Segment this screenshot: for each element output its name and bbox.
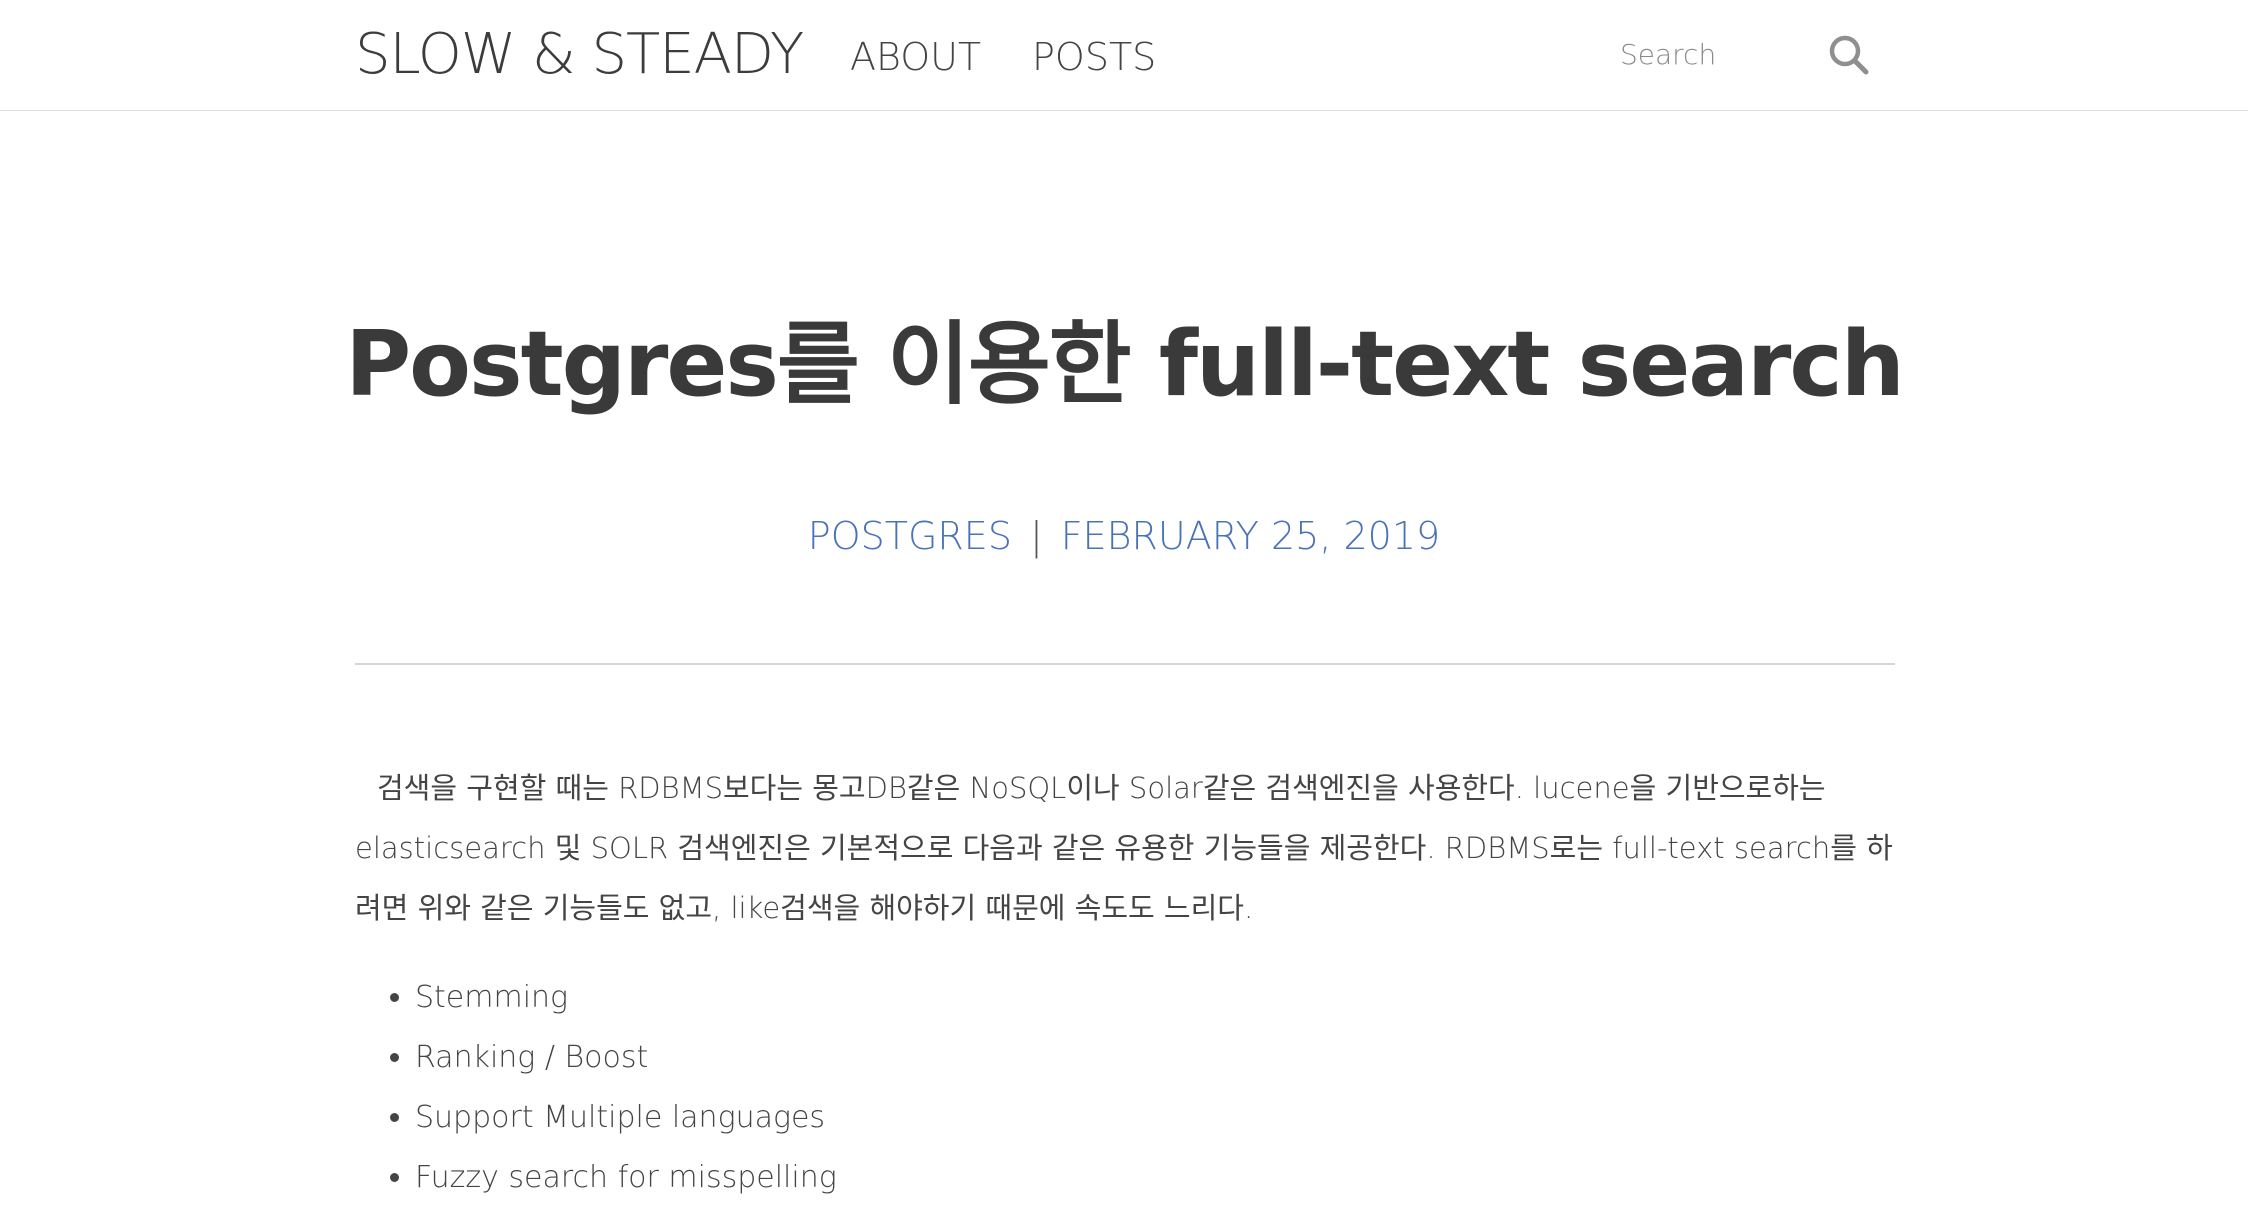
post-date: FEBRUARY 25, 2019 xyxy=(1060,514,1441,558)
site-header: SLOW & STEADY ABOUT POSTS xyxy=(0,0,2248,111)
title-divider xyxy=(355,663,1895,665)
nav-about-link[interactable]: ABOUT xyxy=(850,34,981,80)
list-item: Stemming xyxy=(415,968,1895,1028)
intro-paragraph: 검색을 구현할 때는 RDBMS보다는 몽고DB같은 NoSQL이나 Solar… xyxy=(355,771,1893,925)
post-title: Postgres를 이용한 full-text search xyxy=(345,312,1905,417)
post-body: 검색을 구현할 때는 RDBMS보다는 몽고DB같은 NoSQL이나 Solar… xyxy=(355,758,1895,1208)
site-logo[interactable]: SLOW & STEADY xyxy=(355,18,804,92)
nav-posts-link[interactable]: POSTS xyxy=(1032,34,1156,80)
search-form xyxy=(1612,28,1872,82)
list-item: Ranking / Boost xyxy=(415,1028,1895,1088)
post-meta: POSTGRES | FEBRUARY 25, 2019 xyxy=(0,508,2248,564)
search-icon[interactable] xyxy=(1826,32,1872,78)
post-category-link[interactable]: POSTGRES xyxy=(808,514,1012,558)
list-item: Support Multiple languages xyxy=(415,1088,1895,1148)
search-input[interactable] xyxy=(1620,34,1800,74)
meta-separator: | xyxy=(1029,514,1043,558)
feature-list: Stemming Ranking / Boost Support Multipl… xyxy=(355,968,1895,1208)
list-item: Fuzzy search for misspelling xyxy=(415,1148,1895,1208)
